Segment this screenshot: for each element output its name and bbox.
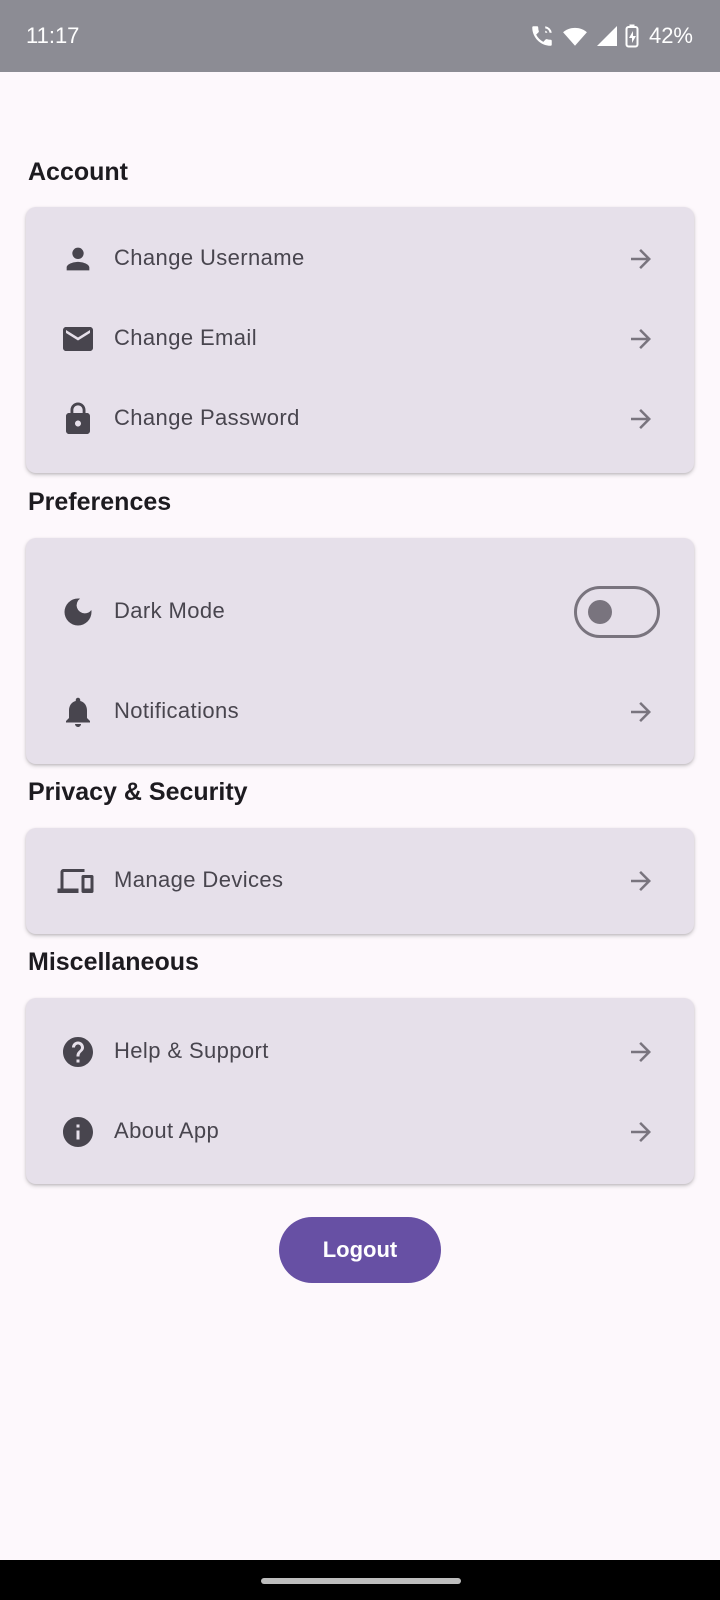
arrow-right-icon bbox=[624, 1115, 658, 1149]
arrow-right-icon bbox=[624, 1035, 658, 1069]
info-icon bbox=[60, 1114, 96, 1150]
bell-icon bbox=[60, 694, 96, 730]
help-support-label: Help & Support bbox=[114, 1038, 269, 1063]
arrow-right-icon bbox=[624, 322, 658, 356]
help-support-row[interactable]: Help & Support bbox=[26, 1022, 694, 1082]
arrow-right-icon bbox=[624, 402, 658, 436]
mail-icon bbox=[60, 321, 96, 357]
change-password-row[interactable]: Change Password bbox=[26, 389, 694, 449]
about-app-row[interactable]: About App bbox=[26, 1102, 694, 1162]
wifi-calling-icon bbox=[529, 23, 555, 49]
toggle-knob bbox=[588, 600, 612, 624]
manage-devices-label: Manage Devices bbox=[114, 867, 284, 892]
change-username-row[interactable]: Change Username bbox=[26, 229, 694, 289]
section-title-account: Account bbox=[28, 158, 128, 186]
change-password-label: Change Password bbox=[114, 405, 300, 430]
lock-icon bbox=[60, 401, 96, 437]
section-title-preferences: Preferences bbox=[28, 488, 172, 516]
about-app-label: About App bbox=[114, 1118, 220, 1143]
arrow-right-icon bbox=[624, 695, 658, 729]
person-icon bbox=[60, 241, 96, 277]
section-title-privacy: Privacy & Security bbox=[28, 778, 248, 806]
dark-mode-row[interactable]: Dark Mode bbox=[26, 582, 694, 642]
status-bar: 11:17 42% bbox=[0, 0, 720, 72]
notifications-row[interactable]: Notifications bbox=[26, 682, 694, 742]
dark-mode-toggle[interactable] bbox=[574, 586, 660, 638]
battery-percent: 42% bbox=[648, 23, 693, 48]
wifi-icon bbox=[561, 23, 589, 49]
help-icon bbox=[60, 1034, 96, 1070]
home-gesture-handle[interactable] bbox=[261, 1578, 461, 1584]
manage-devices-row[interactable]: Manage Devices bbox=[26, 851, 694, 911]
preferences-card: Dark Mode Notifications bbox=[26, 538, 694, 764]
battery-icon bbox=[625, 24, 639, 48]
navigation-bar bbox=[0, 1560, 720, 1600]
arrow-right-icon bbox=[624, 242, 658, 276]
signal-icon bbox=[595, 24, 619, 48]
change-email-row[interactable]: Change Email bbox=[26, 309, 694, 369]
dark-mode-label: Dark Mode bbox=[114, 598, 226, 623]
section-title-misc: Miscellaneous bbox=[28, 948, 199, 976]
moon-icon bbox=[60, 594, 96, 630]
change-email-label: Change Email bbox=[114, 325, 257, 350]
status-icons: 42% bbox=[529, 23, 693, 49]
status-time: 11:17 bbox=[26, 23, 80, 48]
notifications-label: Notifications bbox=[114, 698, 240, 723]
privacy-card: Manage Devices bbox=[26, 828, 694, 934]
change-username-label: Change Username bbox=[114, 245, 305, 270]
logout-button[interactable]: Logout bbox=[279, 1217, 441, 1283]
misc-card: Help & Support About App bbox=[26, 998, 694, 1184]
devices-icon bbox=[56, 863, 98, 899]
arrow-right-icon bbox=[624, 864, 658, 898]
account-card: Change Username Change Email Change Pass… bbox=[26, 207, 694, 473]
